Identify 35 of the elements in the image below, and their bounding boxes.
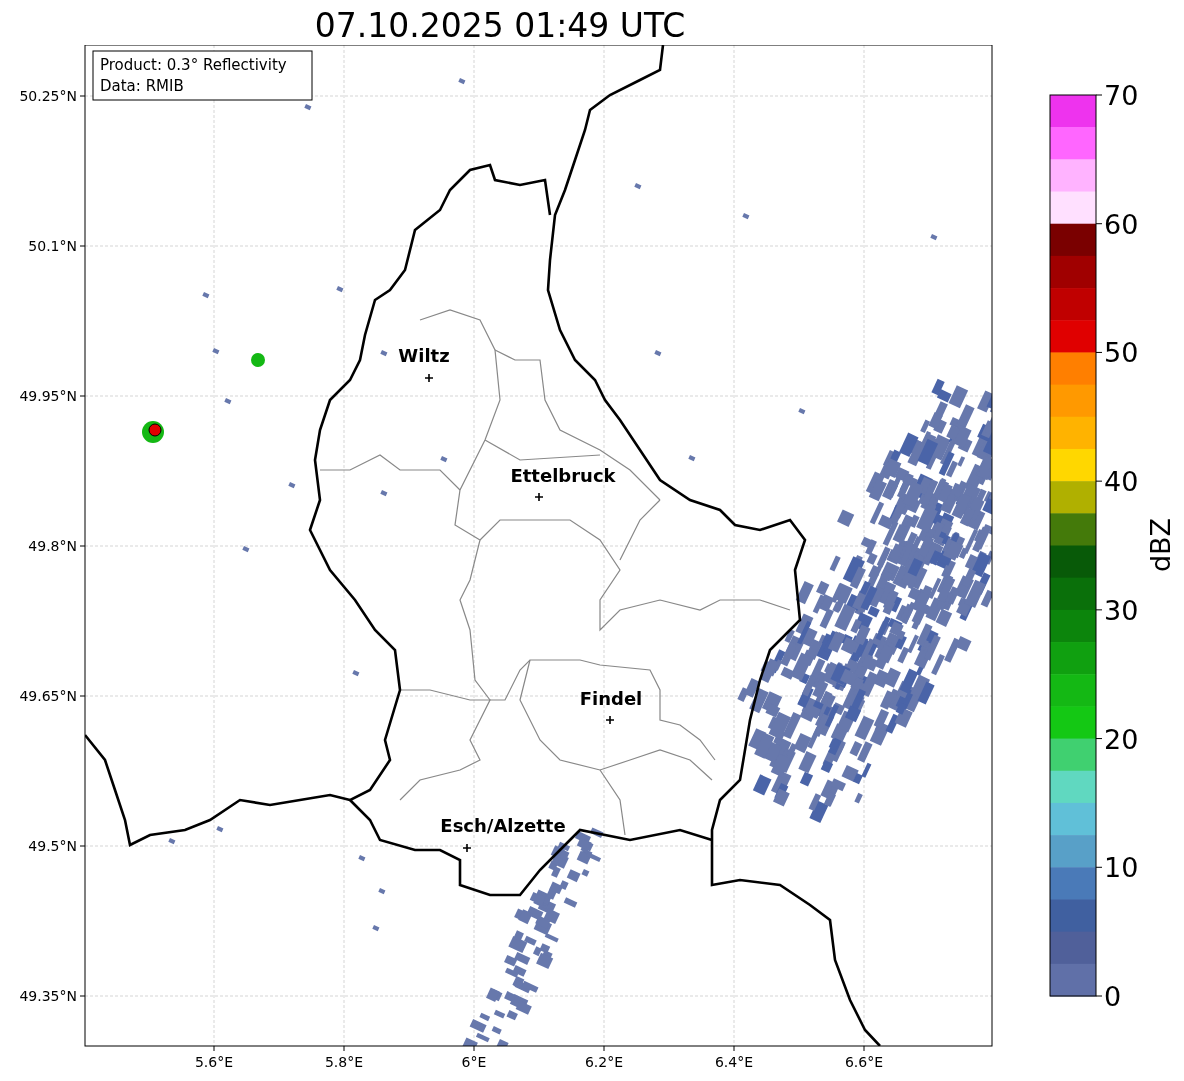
info-text: Product: 0.3° Reflectivity [100, 56, 287, 74]
y-tick-label: 49.95°N [19, 388, 77, 404]
y-tick-label: 49.5°N [28, 838, 77, 854]
colorbar-tick-label: 0 [1104, 981, 1122, 1012]
x-tick-label: 5.6°E [194, 1054, 234, 1070]
colorbar-tick-label: 40 [1104, 466, 1139, 498]
chart-title: 07.10.2025 01:49 UTC [313, 5, 687, 45]
city-label: Ettelbruck [510, 465, 616, 486]
colorbar-tick-label: 20 [1104, 723, 1139, 755]
y-tick-label: 50.1°N [28, 238, 77, 254]
x-tick-label: 6.6°E [844, 1054, 884, 1070]
x-tick-label: 5.8°E [324, 1054, 364, 1070]
colorbar-tick-label: 50 [1104, 337, 1139, 369]
radar-site-icon [142, 421, 164, 443]
y-tick-label: 49.8°N [28, 538, 77, 554]
city-label: Esch/Alzette [440, 815, 566, 836]
colorbar-tick-label: 30 [1104, 594, 1139, 626]
city-marker-icon [462, 843, 472, 853]
x-tick-label: 6.2°E [584, 1054, 624, 1070]
colorbar-tick-label: 60 [1104, 208, 1139, 240]
colorbar-tick-label: 10 [1104, 852, 1139, 884]
y-tick-label: 49.65°N [19, 688, 77, 704]
x-tick-label: 6°E [461, 1054, 487, 1070]
city-label: Wiltz [398, 345, 450, 366]
info-text: Data: RMIB [100, 77, 184, 95]
y-tick-label: 50.25°N [19, 88, 77, 104]
city-marker-icon [534, 492, 544, 502]
x-tick-label: 6.4°E [714, 1054, 754, 1070]
city-marker-icon [424, 373, 434, 383]
y-tick-label: 49.35°N [19, 988, 77, 1004]
colorbar-tick-label: 70 [1104, 80, 1139, 111]
city-marker-icon [605, 715, 615, 725]
colorbar-label: dBZ [1145, 517, 1176, 573]
city-label: Findel [579, 688, 643, 709]
echo-cell-icon [251, 353, 265, 367]
